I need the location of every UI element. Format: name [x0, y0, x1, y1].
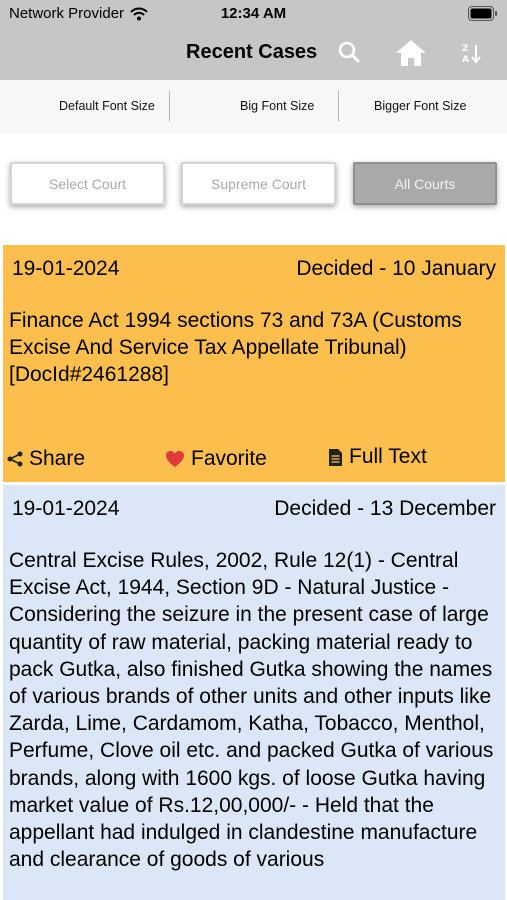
- case-card[interactable]: 19-01-2024 Decided - 13 December Central…: [3, 485, 505, 900]
- battery-icon: [468, 6, 497, 21]
- divider: [169, 91, 170, 121]
- font-size-bar: Default Font Size Big Font Size Bigger F…: [0, 80, 507, 134]
- status-time: 12:34 AM: [220, 5, 287, 22]
- case-date: 19-01-2024: [12, 257, 120, 280]
- select-court-button[interactable]: Select Court: [10, 162, 165, 205]
- case-decided-date: Decided - 10 January: [296, 257, 496, 280]
- case-date: 19-01-2024: [12, 497, 120, 520]
- all-courts-button[interactable]: All Courts: [353, 162, 497, 205]
- navigation-bar: Recent Cases Z A: [0, 30, 507, 76]
- share-button[interactable]: Share: [7, 447, 85, 471]
- document-icon: [329, 448, 342, 466]
- favorite-button[interactable]: Favorite: [165, 447, 267, 471]
- case-description[interactable]: Central Excise Rules, 2002, Rule 12(1) -…: [9, 547, 501, 873]
- top-bar: Network Provider 12:34 AM Recent Cases Z…: [0, 0, 507, 80]
- divider: [338, 91, 339, 121]
- search-icon[interactable]: [338, 41, 360, 63]
- default-font-size-option[interactable]: Default Font Size: [59, 99, 155, 113]
- share-label: Share: [29, 447, 86, 470]
- bigger-font-size-option[interactable]: Bigger Font Size: [374, 99, 466, 113]
- big-font-size-option[interactable]: Big Font Size: [240, 99, 314, 113]
- share-icon: [7, 451, 23, 467]
- case-card[interactable]: 19-01-2024 Decided - 10 January Finance …: [3, 245, 505, 482]
- case-description[interactable]: Finance Act 1994 sections 73 and 73A (Cu…: [9, 307, 501, 389]
- svg-text:A: A: [462, 55, 469, 65]
- heart-icon: [166, 451, 184, 467]
- full-text-button[interactable]: Full Text: [328, 445, 427, 469]
- favorite-label: Favorite: [191, 447, 267, 470]
- full-text-label: Full Text: [349, 445, 427, 468]
- page-title: Recent Cases: [186, 41, 318, 63]
- home-icon[interactable]: [395, 39, 427, 67]
- svg-text:Z: Z: [462, 44, 469, 54]
- status-bar: Network Provider 12:34 AM: [0, 0, 507, 28]
- case-decided-date: Decided - 13 December: [274, 497, 496, 520]
- sort-icon[interactable]: Z A: [460, 41, 484, 65]
- supreme-court-button[interactable]: Supreme Court: [181, 162, 336, 205]
